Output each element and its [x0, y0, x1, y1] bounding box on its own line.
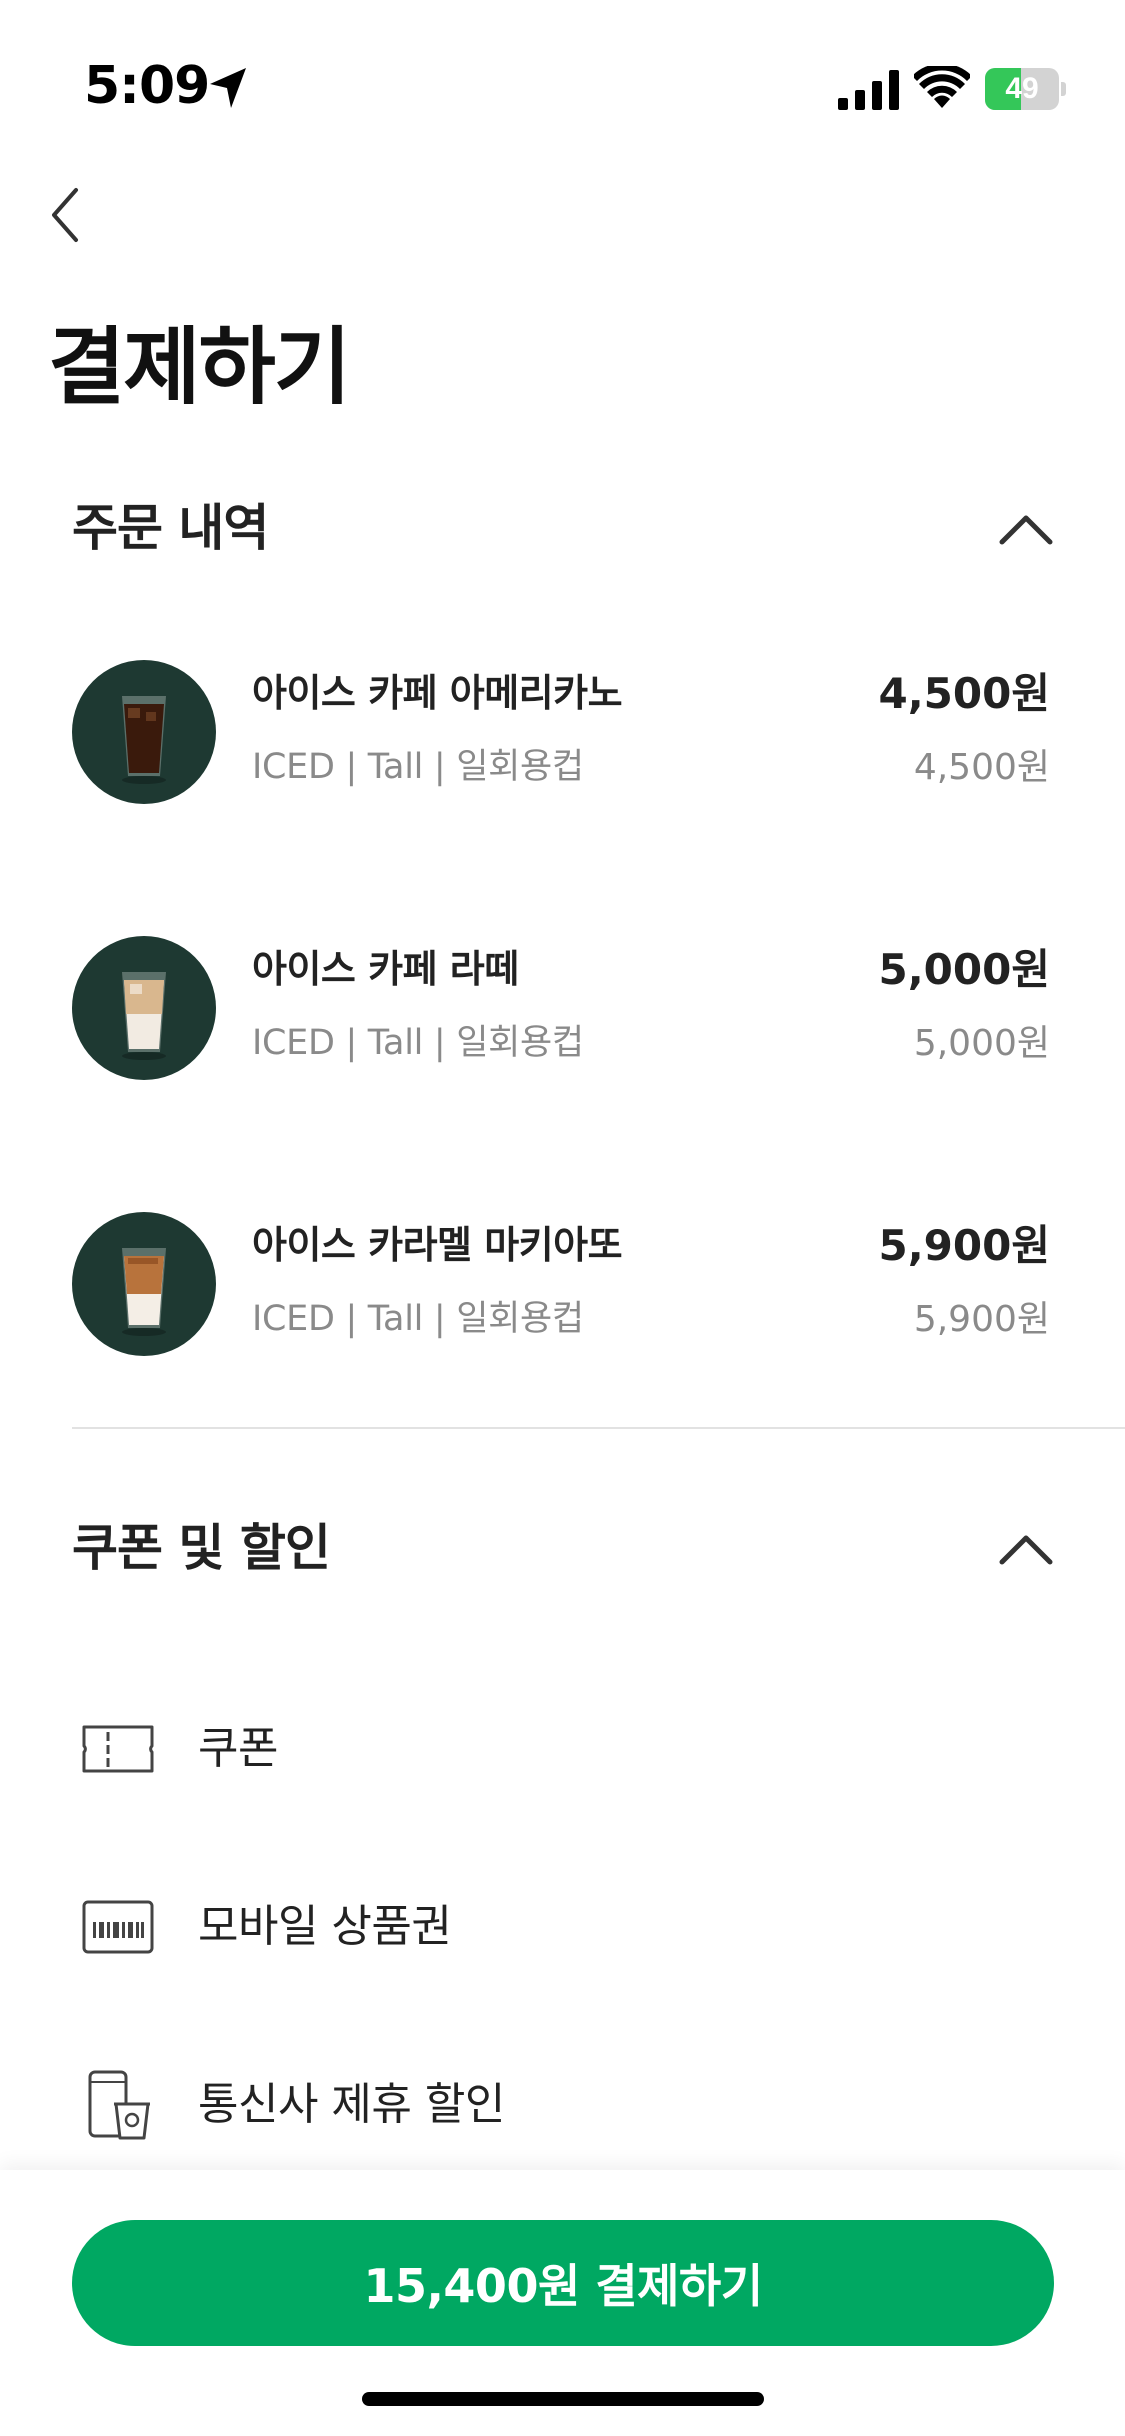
item-options: ICED | Tall | 일회용컵 — [252, 747, 584, 787]
battery-cap — [1061, 82, 1066, 96]
chevron-up-icon[interactable] — [998, 506, 1054, 550]
gift-card-icon — [82, 1900, 154, 1954]
item-subtotal: 5,000원 — [913, 1023, 1050, 1064]
battery-indicator: 49 — [985, 68, 1066, 110]
coupon-row[interactable]: 쿠폰 — [80, 1704, 1060, 1794]
item-price: 5,000원 — [878, 945, 1051, 994]
item-name: 아이스 카라멜 마키아또 — [252, 1223, 623, 1267]
order-section-header[interactable]: 주문 내역 — [72, 488, 1062, 568]
order-item[interactable]: 아이스 카라멜 마키아또 ICED | Tall | 일회용컵 5,900원 5… — [72, 1212, 1052, 1362]
drink-thumbnail — [72, 1212, 216, 1356]
wifi-icon — [914, 66, 970, 108]
iced-latte-image — [122, 972, 166, 1060]
section-divider — [72, 1427, 1125, 1429]
item-name: 아이스 카페 아메리카노 — [252, 671, 623, 715]
location-arrow-icon — [210, 68, 246, 108]
discount-section-title: 쿠폰 및 할인 — [72, 1519, 331, 1577]
drink-thumbnail — [72, 936, 216, 1080]
iced-caramel-macchiato-image — [122, 1248, 166, 1336]
item-options: ICED | Tall | 일회용컵 — [252, 1023, 584, 1063]
mobile-gift-card-row[interactable]: 모바일 상품권 — [80, 1882, 1060, 1972]
status-bar: 5:09 49 — [0, 0, 1125, 170]
item-name: 아이스 카페 라떼 — [252, 947, 519, 991]
mobile-gift-card-label: 모바일 상품권 — [198, 1901, 452, 1952]
chevron-up-icon[interactable] — [998, 1526, 1054, 1570]
drink-thumbnail — [72, 660, 216, 804]
carrier-discount-label: 통신사 제휴 할인 — [198, 2079, 505, 2130]
coupon-label: 쿠폰 — [198, 1723, 278, 1774]
ticket-icon — [82, 1725, 154, 1773]
item-price: 4,500원 — [878, 669, 1051, 718]
order-item[interactable]: 아이스 카페 라떼 ICED | Tall | 일회용컵 5,000원 5,00… — [72, 936, 1052, 1086]
order-section-title: 주문 내역 — [72, 499, 269, 557]
home-indicator[interactable] — [362, 2392, 764, 2406]
cellular-signal-icon — [838, 70, 899, 110]
item-options: ICED | Tall | 일회용컵 — [252, 1299, 584, 1339]
status-time: 5:09 — [84, 56, 210, 116]
item-price: 5,900원 — [878, 1221, 1051, 1270]
pay-button[interactable]: 15,400원 결제하기 — [72, 2220, 1054, 2346]
item-subtotal: 5,900원 — [913, 1299, 1050, 1340]
battery-body: 49 — [985, 68, 1059, 110]
discount-section-header[interactable]: 쿠폰 및 할인 — [72, 1508, 1062, 1588]
item-subtotal: 4,500원 — [913, 747, 1050, 788]
page-title: 결제하기 — [48, 318, 351, 416]
battery-level: 49 — [1005, 72, 1039, 105]
order-item[interactable]: 아이스 카페 아메리카노 ICED | Tall | 일회용컵 4,500원 4… — [72, 660, 1052, 810]
iced-americano-image — [122, 696, 166, 784]
checkout-screen: 5:09 49 결제하기 주문 내역 아이스 카페 아메리카노 ICED | T… — [0, 0, 1125, 2436]
carrier-discount-row[interactable]: 통신사 제휴 할인 — [80, 2060, 1060, 2150]
back-button[interactable] — [40, 180, 88, 250]
phone-cup-icon — [88, 2070, 150, 2140]
